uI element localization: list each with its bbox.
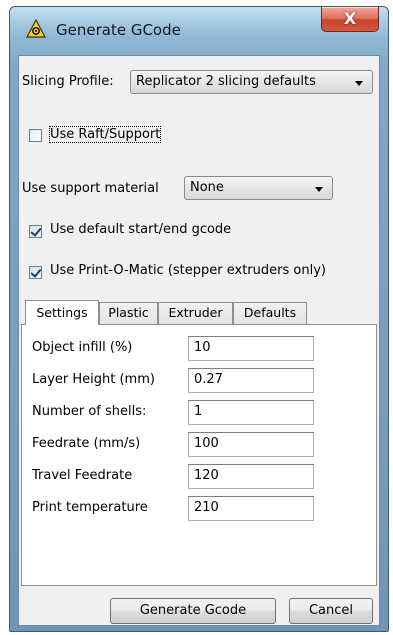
warning-triangle-icon [26, 18, 46, 39]
raft-support-checkbox[interactable] [29, 129, 42, 142]
support-material-select[interactable]: None [184, 176, 333, 200]
travel-feedrate-label: Travel Feedrate [32, 468, 133, 483]
printomatic-checkbox[interactable] [29, 266, 42, 279]
settings-panel: Object infill (%) 10 Layer Height (mm) 0… [21, 324, 377, 586]
default-gcode-label: Use default start/end gcode [50, 222, 232, 237]
feedrate-input[interactable]: 100 [188, 432, 314, 457]
object-infill-input[interactable]: 10 [188, 336, 314, 361]
support-material-label: Use support material [22, 181, 159, 196]
print-temperature-input[interactable]: 210 [188, 496, 314, 521]
generate-gcode-button[interactable]: Generate Gcode [110, 598, 276, 624]
chevron-down-icon [355, 81, 363, 86]
close-button[interactable]: X [321, 7, 379, 32]
tab-extruder[interactable]: Extruder [158, 302, 233, 324]
title-bar[interactable]: Generate GCode X [10, 7, 388, 55]
tab-settings[interactable]: Settings [25, 300, 99, 325]
printomatic-label: Use Print-O-Matic (stepper extruders onl… [50, 263, 326, 278]
slicing-profile-label: Slicing Profile: [22, 74, 114, 89]
layer-height-label: Layer Height (mm) [32, 372, 155, 387]
chevron-down-icon [315, 187, 323, 192]
dialog-window: Generate GCode X Slicing Profile: Replic… [9, 6, 389, 632]
dialog-body: Slicing Profile: Replicator 2 slicing de… [18, 55, 380, 626]
raft-support-label: Use Raft/Support [48, 126, 162, 143]
slicing-profile-select[interactable]: Replicator 2 slicing defaults [130, 70, 373, 94]
print-temperature-label: Print temperature [32, 500, 148, 515]
object-infill-label: Object infill (%) [32, 340, 133, 355]
tab-plastic[interactable]: Plastic [99, 302, 158, 324]
feedrate-label: Feedrate (mm/s) [32, 436, 141, 451]
tab-defaults[interactable]: Defaults [233, 302, 307, 324]
travel-feedrate-input[interactable]: 120 [188, 464, 314, 489]
default-gcode-checkbox[interactable] [29, 225, 42, 238]
number-of-shells-input[interactable]: 1 [188, 400, 314, 425]
number-of-shells-label: Number of shells: [32, 404, 147, 419]
support-material-value: None [190, 180, 224, 195]
layer-height-input[interactable]: 0.27 [188, 368, 314, 393]
close-icon: X [343, 9, 357, 28]
window-title: Generate GCode [56, 21, 181, 39]
slicing-profile-value: Replicator 2 slicing defaults [136, 74, 316, 89]
cancel-button[interactable]: Cancel [289, 598, 373, 624]
